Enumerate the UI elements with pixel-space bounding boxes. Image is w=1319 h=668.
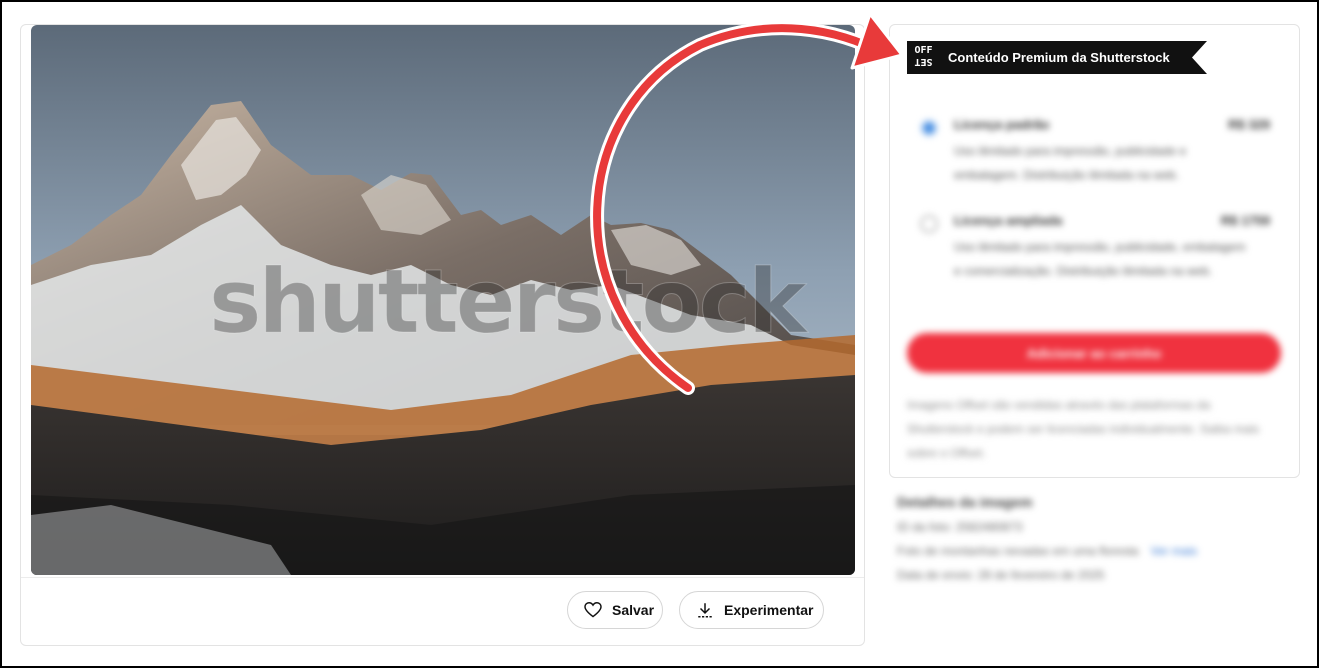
offset-logo: OFF SET [907,41,940,74]
premium-tag: OFF SET Conteúdo Premium da Shutterstock [907,41,1207,74]
try-button[interactable]: Experimentar [679,591,824,629]
download-icon [696,601,714,619]
image-details: Detalhes da imagem ID da foto: 258248087… [897,494,1297,582]
heart-icon [584,602,602,618]
see-more-link[interactable]: Ver mais [1150,544,1197,558]
save-button[interactable]: Salvar [567,591,663,629]
details-row: ID da foto: 2582480873 [897,520,1023,534]
add-to-cart-button[interactable]: Adicionar ao carrinho [907,333,1281,373]
card-divider [21,577,864,578]
details-row: Data de envio: 28 de fevereiro de 2025 [897,568,1105,582]
details-header: Detalhes da imagem [897,494,1033,510]
premium-ribbon: Conteúdo Premium da Shutterstock [940,41,1207,74]
radio-unselected[interactable] [920,215,938,233]
image-card: shutterstock Salvar Experimentar [20,24,865,646]
shutterstock-watermark: shutterstock [208,250,806,354]
license-note: Imagens Offset são vendidas através das … [907,398,1260,460]
stock-photo[interactable]: shutterstock [31,25,855,575]
details-row: Foto de montanhas nevadas em uma florest… [897,544,1198,558]
radio-selected[interactable] [920,119,938,137]
save-label: Salvar [612,602,655,618]
try-label: Experimentar [724,602,814,618]
license-panel: OFF SET Conteúdo Premium da Shutterstock… [889,24,1300,478]
premium-label: Conteúdo Premium da Shutterstock [948,50,1170,65]
